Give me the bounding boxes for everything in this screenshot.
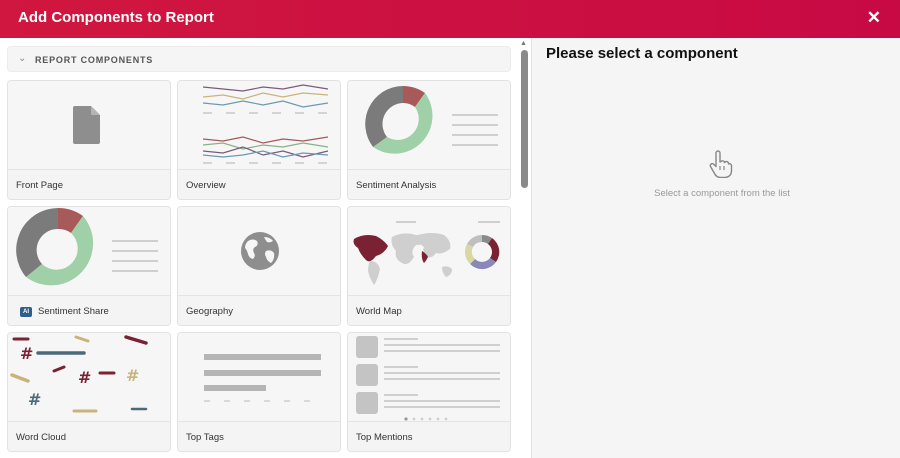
card-label: Top Tags — [186, 432, 224, 443]
svg-text:#: # — [20, 344, 33, 363]
card-label: Front Page — [16, 180, 63, 191]
detail-title: Please select a component — [546, 45, 738, 62]
word-cloud-thumbnail: # # # # — [10, 335, 148, 413]
close-icon[interactable]: ✕ — [867, 8, 881, 28]
donut-chart-thumbnail — [16, 207, 158, 286]
component-card-geography[interactable]: Geography — [177, 206, 341, 326]
ai-badge: AI — [20, 307, 32, 317]
component-card-world-map[interactable]: World Map — [347, 206, 511, 326]
card-label: Overview — [186, 180, 226, 191]
component-card-word-cloud[interactable]: # # # # Word Cloud — [7, 332, 171, 452]
thumbnail — [8, 81, 170, 169]
globe-icon — [241, 232, 279, 270]
component-card-top-mentions[interactable]: Top Mentions — [347, 332, 511, 452]
card-label: Sentiment Analysis — [356, 180, 437, 191]
component-card-top-tags[interactable]: Top Tags — [177, 332, 341, 452]
component-card-overview[interactable]: Overview — [177, 80, 341, 200]
component-card-sentiment-share[interactable]: AI Sentiment Share — [7, 206, 171, 326]
component-card-sentiment-analysis[interactable]: Sentiment Analysis — [347, 80, 511, 200]
thumbnail — [178, 207, 340, 295]
donut-chart-thumbnail — [365, 85, 498, 154]
card-label: Geography — [186, 306, 234, 317]
thumbnail — [178, 81, 340, 169]
thumbnail — [178, 333, 340, 421]
scrollbar-thumb[interactable] — [521, 50, 528, 188]
section-label: REPORT COMPONENTS — [35, 55, 154, 65]
dialog-header: Add Components to Report ✕ — [0, 0, 900, 38]
document-icon — [73, 106, 100, 144]
world-map-thumbnail — [353, 221, 500, 285]
svg-text:#: # — [126, 366, 139, 385]
thumbnail — [348, 207, 510, 295]
line-chart-thumbnail — [202, 84, 329, 164]
card-label: Top Mentions — [356, 432, 413, 443]
thumbnail: # # # # — [8, 333, 170, 421]
thumbnail — [348, 333, 510, 421]
component-detail-panel: Please select a component Select a compo… — [531, 38, 900, 458]
pointer-hand-icon — [709, 150, 733, 178]
component-card-front-page[interactable]: Front Page — [7, 80, 171, 200]
thumbnail — [348, 81, 510, 169]
card-label: Sentiment Share — [38, 306, 109, 317]
svg-text:#: # — [78, 368, 91, 387]
thumbnail — [8, 207, 170, 295]
scrollbar[interactable]: ▲ — [517, 38, 531, 458]
scroll-up-icon[interactable]: ▲ — [520, 40, 527, 47]
bar-list-thumbnail — [204, 354, 321, 402]
dialog-title: Add Components to Report — [18, 9, 214, 26]
card-label: World Map — [356, 306, 402, 317]
mention-list-thumbnail — [356, 336, 500, 421]
chevron-down-icon[interactable]: ⌄ — [18, 53, 26, 64]
section-header-report-components[interactable]: ⌄ REPORT COMPONENTS — [7, 46, 511, 72]
card-label: Word Cloud — [16, 432, 66, 443]
component-list-panel: ⌄ REPORT COMPONENTS Front Page Overview … — [0, 38, 531, 458]
detail-hint: Select a component from the list — [654, 188, 790, 199]
svg-text:#: # — [28, 390, 41, 409]
